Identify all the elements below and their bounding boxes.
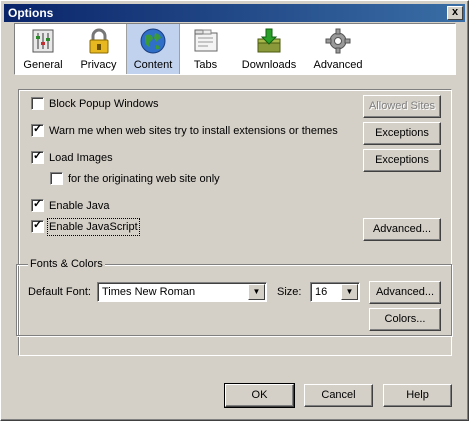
option-label: Enable JavaScript — [47, 218, 140, 236]
enable-javascript-checkbox[interactable]: ✓ — [31, 219, 44, 233]
options-toolbar: General Privacy Content Tabs Downloads A… — [14, 23, 456, 75]
close-icon: x — [451, 6, 459, 18]
option-label: Block Popup Windows — [49, 98, 159, 110]
gear-icon — [325, 28, 351, 54]
general-icon — [32, 29, 54, 53]
download-icon — [257, 28, 281, 53]
tab-label: General — [23, 59, 63, 71]
chevron-down-icon[interactable]: ▼ — [248, 284, 265, 300]
chevron-down-icon[interactable]: ▼ — [341, 284, 358, 300]
group-label: Fonts & Colors — [28, 258, 105, 270]
tab-label: Content — [133, 59, 173, 71]
javascript-advanced-button[interactable]: Advanced... — [363, 218, 441, 241]
option-label: Load Images — [49, 152, 113, 164]
default-font-select[interactable]: Times New Roman ▼ — [97, 282, 267, 302]
tab-content[interactable]: Content — [126, 24, 180, 74]
tab-tabs[interactable]: Tabs — [178, 24, 233, 74]
tabs-icon — [194, 29, 217, 52]
warn-extensions-checkbox[interactable]: ✓ — [31, 123, 44, 137]
default-font-label: Default Font: — [28, 286, 91, 298]
tab-label: Tabs — [193, 59, 218, 71]
enable-java-checkbox[interactable]: ✓ — [31, 198, 44, 212]
exceptions-button-images[interactable]: Exceptions — [363, 149, 441, 172]
close-button[interactable]: x — [447, 6, 463, 20]
option-label: Warn me when web sites try to install ex… — [49, 125, 338, 137]
size-select[interactable]: 16 ▼ — [310, 282, 360, 302]
tab-privacy[interactable]: Privacy — [71, 24, 126, 74]
options-window: Options x General Privacy Content Tabs D… — [0, 0, 469, 421]
tab-advanced[interactable]: Advanced — [305, 24, 371, 74]
size-label: Size: — [277, 286, 302, 298]
fonts-advanced-button[interactable]: Advanced... — [369, 281, 441, 304]
option-label: Enable Java — [49, 200, 110, 212]
allowed-sites-button[interactable]: Allowed Sites — [363, 95, 441, 118]
title-bar[interactable]: Options x — [4, 4, 465, 22]
select-value: Times New Roman — [102, 286, 196, 298]
tab-label: Advanced — [313, 59, 363, 71]
block-popups-checkbox[interactable] — [31, 97, 44, 110]
tab-label: Privacy — [80, 59, 117, 71]
originating-only-checkbox[interactable] — [50, 172, 63, 185]
ok-button[interactable]: OK — [224, 383, 295, 408]
help-button[interactable]: Help — [383, 384, 452, 407]
exceptions-button-extensions[interactable]: Exceptions — [363, 122, 441, 145]
cancel-button[interactable]: Cancel — [304, 384, 373, 407]
globe-icon — [140, 28, 166, 54]
tab-label: Downloads — [241, 59, 297, 71]
tab-general[interactable]: General — [15, 24, 71, 74]
load-images-checkbox[interactable]: ✓ — [31, 150, 44, 164]
tab-downloads[interactable]: Downloads — [233, 24, 305, 74]
colors-button[interactable]: Colors... — [369, 308, 441, 331]
lock-icon — [89, 28, 108, 54]
window-title: Options — [8, 6, 54, 20]
select-value: 16 — [315, 286, 328, 298]
option-label: for the originating web site only — [68, 173, 220, 185]
